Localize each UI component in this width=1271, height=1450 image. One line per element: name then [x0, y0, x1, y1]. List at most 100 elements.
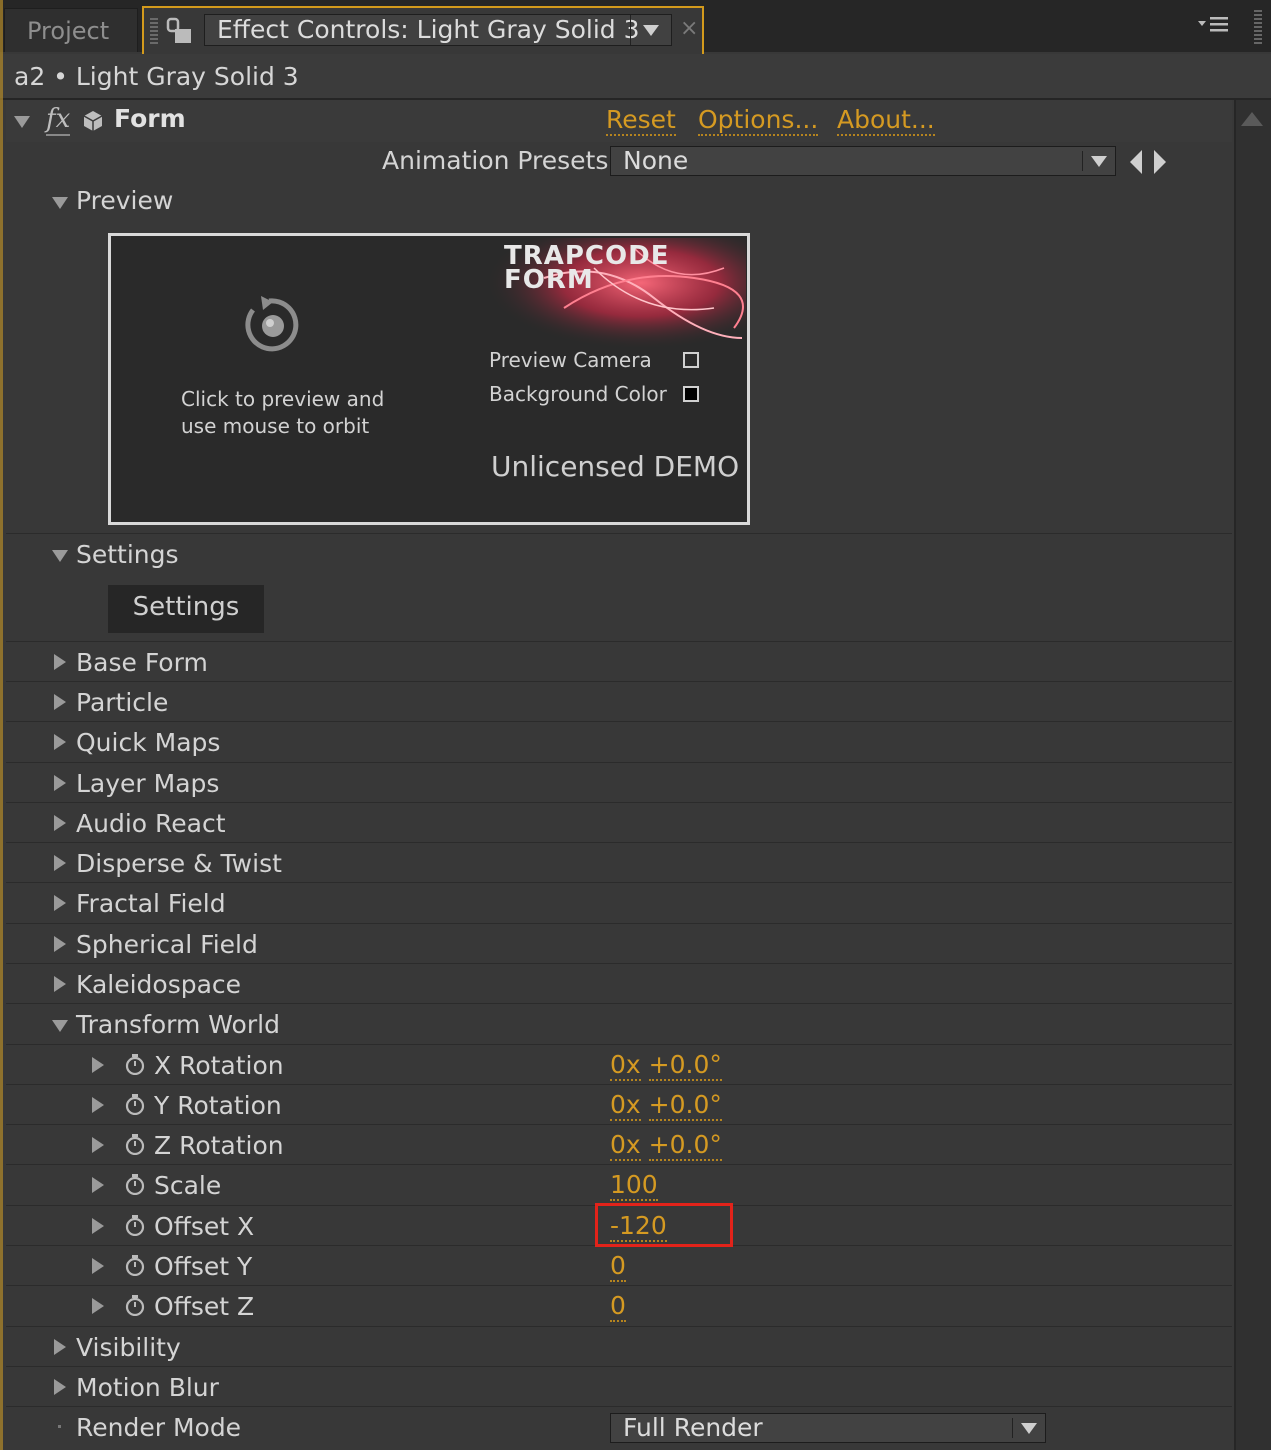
param-label: Y Rotation — [154, 1091, 282, 1120]
stopwatch-icon[interactable] — [124, 1053, 146, 1075]
scroll-up-arrow-icon[interactable] — [1241, 112, 1263, 126]
next-preset-icon[interactable] — [1154, 150, 1166, 174]
tab-project[interactable]: Project — [4, 8, 138, 52]
offset-y-value[interactable]: 0 — [610, 1251, 626, 1282]
select-separator — [1012, 1418, 1013, 1438]
expand-icon[interactable] — [54, 936, 66, 952]
group-row-base-form[interactable]: Base Form — [6, 641, 1232, 681]
group-row-spherical-field[interactable]: Spherical Field — [6, 923, 1232, 963]
animation-presets-select[interactable]: None — [610, 146, 1116, 176]
stopwatch-icon[interactable] — [124, 1133, 146, 1155]
expand-icon[interactable] — [92, 1177, 104, 1193]
param-row-scale[interactable]: Scale 100 — [6, 1164, 1232, 1204]
turns-value[interactable]: 0x — [610, 1130, 641, 1161]
render-mode-value: Full Render — [623, 1413, 763, 1442]
panel-grip-icon[interactable] — [1254, 10, 1262, 44]
background-color-swatch[interactable] — [683, 386, 699, 402]
angle-value[interactable]: +0.0° — [648, 1090, 722, 1121]
reset-link[interactable]: Reset — [606, 106, 676, 136]
effect-controls-title[interactable]: Effect Controls: Light Gray Solid 3 — [204, 14, 672, 46]
param-row-offset-y[interactable]: Offset Y 0 — [6, 1245, 1232, 1285]
offset-x-highlight-box — [595, 1203, 733, 1247]
group-row-particle[interactable]: Particle — [6, 681, 1232, 721]
angle-value[interactable]: +0.0° — [648, 1130, 722, 1161]
tab-effect-controls[interactable]: Effect Controls: Light Gray Solid 3 × — [142, 6, 704, 54]
collapse-settings-icon[interactable] — [52, 550, 68, 562]
trapcode-form-logo: TRAPCODE FORM — [484, 238, 746, 350]
expand-icon[interactable] — [54, 1339, 66, 1355]
expand-icon[interactable] — [92, 1097, 104, 1113]
expand-icon[interactable] — [54, 694, 66, 710]
param-row-y-rotation[interactable]: Y Rotation 0x +0.0° — [6, 1084, 1232, 1124]
param-row-offset-z[interactable]: Offset Z 0 — [6, 1285, 1232, 1325]
param-row-x-rotation[interactable]: X Rotation 0x +0.0° — [6, 1044, 1232, 1084]
stopwatch-icon[interactable] — [124, 1093, 146, 1115]
group-row-kaleidospace[interactable]: Kaleidospace — [6, 963, 1232, 1003]
about-link[interactable]: About... — [837, 106, 935, 136]
panel-focus-border — [0, 0, 3, 1450]
preview-camera-checkbox[interactable] — [683, 352, 699, 368]
group-label: Layer Maps — [76, 769, 220, 798]
stopwatch-icon[interactable] — [124, 1214, 146, 1236]
expand-icon[interactable] — [54, 976, 66, 992]
expand-icon[interactable] — [92, 1218, 104, 1234]
collapse-effect-icon[interactable] — [14, 116, 30, 128]
render-mode-select[interactable]: Full Render — [610, 1413, 1046, 1443]
logo-line2: FORM — [504, 265, 594, 295]
animation-presets-row: Animation Presets: None — [6, 142, 1232, 182]
tab-grip-icon[interactable] — [150, 18, 158, 44]
fx-toggle-icon[interactable]: fx — [46, 104, 71, 136]
collapse-preview-icon[interactable] — [52, 197, 68, 209]
turns-value[interactable]: 0x — [610, 1090, 641, 1121]
panel-menu-icon[interactable] — [1196, 14, 1236, 38]
close-tab-button[interactable]: × — [680, 16, 698, 41]
vertical-scrollbar[interactable] — [1234, 100, 1271, 1450]
expand-icon[interactable] — [54, 815, 66, 831]
expand-icon[interactable] — [54, 775, 66, 791]
expand-icon[interactable] — [54, 734, 66, 750]
orbit-preview-icon[interactable] — [239, 292, 303, 356]
param-value[interactable]: 0 — [610, 1291, 626, 1322]
preview-section-label: Preview — [76, 186, 174, 215]
param-value[interactable]: 0x +0.0° — [610, 1130, 722, 1161]
expand-icon[interactable] — [54, 1379, 66, 1395]
param-value[interactable]: 0 — [610, 1251, 626, 1282]
group-row-audio-react[interactable]: Audio React — [6, 802, 1232, 842]
group-label: Audio React — [76, 809, 226, 838]
turns-value[interactable]: 0x — [610, 1050, 641, 1081]
expand-icon[interactable] — [92, 1137, 104, 1153]
group-row-layer-maps[interactable]: Layer Maps — [6, 762, 1232, 802]
group-row-disperse-twist[interactable]: Disperse & Twist — [6, 842, 1232, 882]
options-link[interactable]: Options... — [698, 106, 819, 136]
tab-dropdown-button[interactable] — [630, 15, 671, 45]
expand-icon[interactable] — [92, 1057, 104, 1073]
lock-icon[interactable] — [166, 16, 194, 46]
stopwatch-icon[interactable] — [124, 1173, 146, 1195]
stopwatch-icon[interactable] — [124, 1294, 146, 1316]
group-row-transform-world[interactable]: Transform World — [6, 1003, 1232, 1043]
settings-button[interactable]: Settings — [108, 585, 264, 633]
chevron-down-icon — [1021, 1423, 1037, 1434]
collapse-icon[interactable] — [52, 1020, 68, 1032]
expand-icon[interactable] — [92, 1258, 104, 1274]
group-row-motion-blur[interactable]: Motion Blur — [6, 1366, 1232, 1406]
param-label: Offset X — [154, 1212, 255, 1241]
stopwatch-icon[interactable] — [124, 1254, 146, 1276]
expand-icon[interactable] — [54, 895, 66, 911]
param-value[interactable]: 0x +0.0° — [610, 1050, 722, 1081]
expand-icon[interactable] — [54, 654, 66, 670]
expand-icon[interactable] — [92, 1298, 104, 1314]
group-row-quick-maps[interactable]: Quick Maps — [6, 721, 1232, 761]
offset-z-value[interactable]: 0 — [610, 1291, 626, 1322]
logo-wordmark: TRAPCODE FORM — [504, 243, 669, 295]
param-value[interactable]: 100 — [610, 1170, 658, 1201]
previous-preset-icon[interactable] — [1130, 150, 1142, 174]
param-value[interactable]: 0x +0.0° — [610, 1090, 722, 1121]
chevron-down-icon — [1091, 156, 1107, 167]
param-row-z-rotation[interactable]: Z Rotation 0x +0.0° — [6, 1124, 1232, 1164]
angle-value[interactable]: +0.0° — [648, 1050, 722, 1081]
group-row-fractal-field[interactable]: Fractal Field — [6, 882, 1232, 922]
group-row-visibility[interactable]: Visibility — [6, 1326, 1232, 1366]
scale-value[interactable]: 100 — [610, 1170, 658, 1201]
expand-icon[interactable] — [54, 855, 66, 871]
